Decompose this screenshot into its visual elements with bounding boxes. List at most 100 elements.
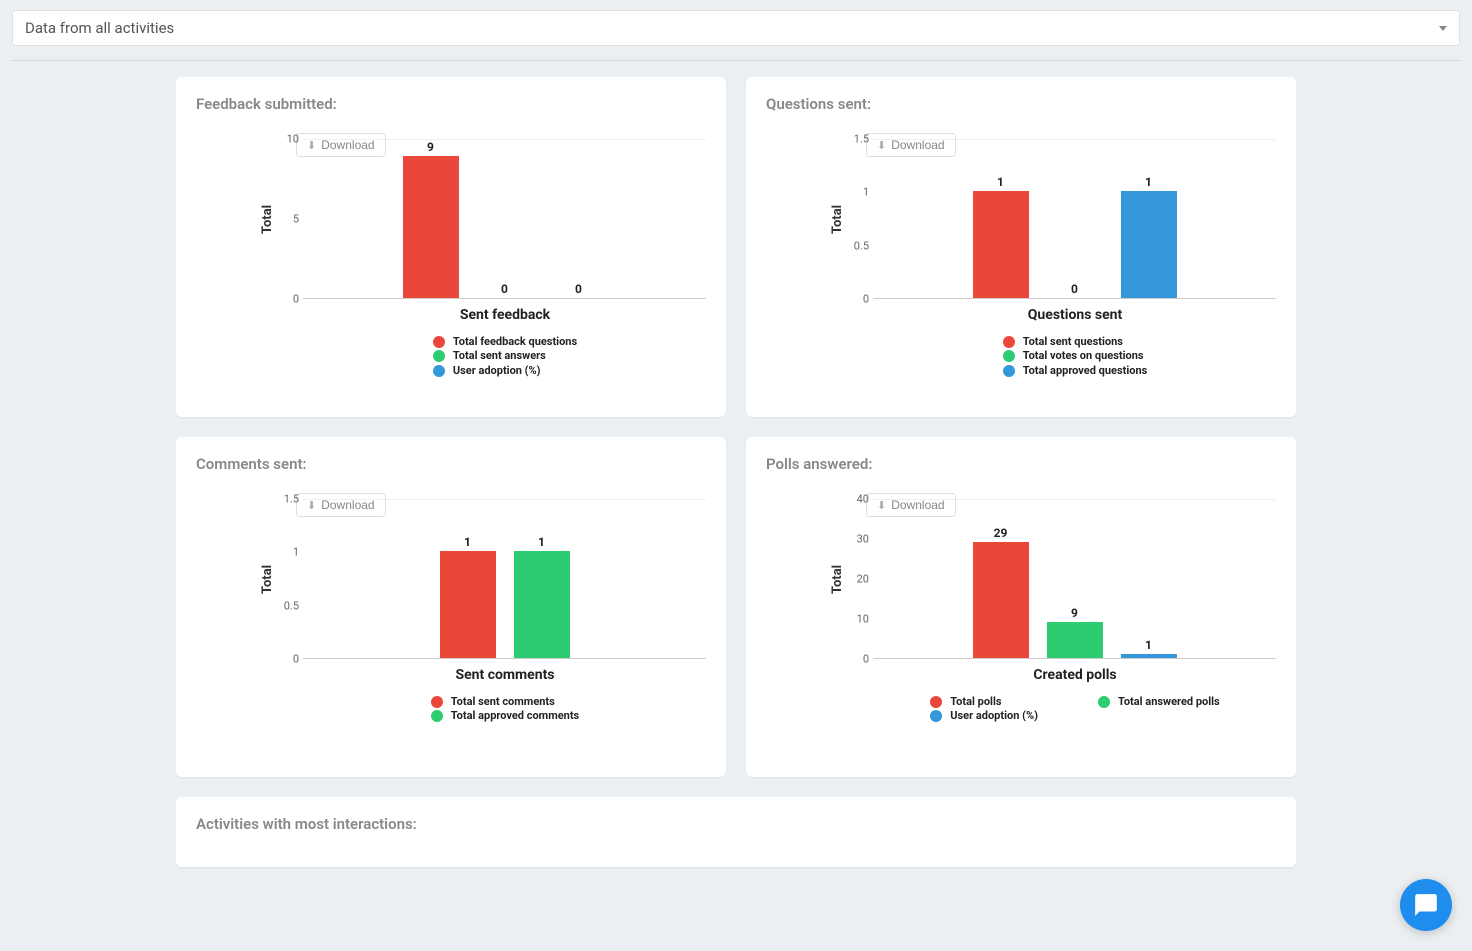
activity-filter-dropdown[interactable]: Data from all activities — [12, 10, 1460, 46]
legend-item: User adoption (%) — [930, 709, 1038, 723]
bar — [973, 542, 1029, 658]
bar-slot: 29 — [973, 500, 1029, 658]
plot-area: 29 9 1 — [873, 499, 1276, 659]
legend-item: Total sent answers — [433, 349, 577, 363]
legend-label: Total polls — [950, 695, 1001, 709]
y-axis-ticks: 0510 — [275, 139, 303, 299]
y-tick: 0 — [863, 653, 869, 666]
card-polls-answered: Polls answered: ⬇DownloadTotal0102030402… — [746, 437, 1296, 777]
y-tick: 1.5 — [284, 493, 299, 506]
plot-area: 9 0 0 — [303, 139, 706, 299]
legend-swatch — [433, 336, 445, 348]
card-title: Polls answered: — [766, 455, 1276, 473]
x-axis-label: Created polls — [874, 667, 1276, 683]
card-feedback-submitted: Feedback submitted: ⬇DownloadTotal051090… — [176, 77, 726, 417]
y-tick: 10 — [857, 613, 869, 626]
y-tick: 1 — [863, 186, 869, 199]
legend-item: User adoption (%) — [433, 364, 577, 378]
bar-slot: 0 — [551, 140, 607, 298]
divider — [10, 60, 1462, 61]
bar-value-label: 1 — [1145, 638, 1152, 652]
chat-icon — [1413, 892, 1439, 918]
y-axis-label: Total — [826, 139, 845, 299]
y-tick: 0 — [293, 293, 299, 306]
x-axis-label: Sent feedback — [304, 307, 706, 323]
y-tick: 1.5 — [854, 133, 869, 146]
legend-label: Total approved questions — [1023, 364, 1148, 378]
bar-value-label: 1 — [538, 535, 545, 549]
legend: Total pollsUser adoption (%) Total answer… — [874, 695, 1276, 724]
bar-slot: 9 — [1047, 500, 1103, 658]
bar-slot: 9 — [403, 140, 459, 298]
bar — [973, 191, 1029, 298]
y-tick: 30 — [857, 533, 869, 546]
legend-label: User adoption (%) — [950, 709, 1038, 723]
bar-slot: 1 — [1121, 140, 1177, 298]
bar-value-label: 0 — [575, 282, 582, 296]
y-axis-label: Total — [826, 499, 845, 659]
bar-value-label: 1 — [464, 535, 471, 549]
legend-item: Total sent comments — [431, 695, 579, 709]
legend-label: Total approved comments — [451, 709, 579, 723]
plot-area: 101 — [873, 139, 1276, 299]
legend-label: Total answered polls — [1118, 695, 1220, 709]
bar-slot: 1 — [973, 140, 1029, 298]
legend-item: Total sent questions — [1003, 335, 1148, 349]
x-axis-label: Sent comments — [304, 667, 706, 683]
bar — [514, 551, 570, 658]
y-axis-ticks: 00.511.5 — [275, 499, 303, 659]
legend-swatch — [433, 365, 445, 377]
card-title: Comments sent: — [196, 455, 706, 473]
legend-swatch — [930, 710, 942, 722]
legend-item: Total feedback questions — [433, 335, 577, 349]
chevron-down-icon — [1439, 26, 1447, 31]
legend-swatch — [431, 710, 443, 722]
legend-item: Total approved comments — [431, 709, 579, 723]
y-axis-ticks: 00.511.5 — [845, 139, 873, 299]
legend: Total sent commentsTotal approved commen… — [304, 695, 706, 724]
bar-value-label: 29 — [994, 526, 1008, 540]
legend: Total sent questionsTotal votes on quest… — [874, 335, 1276, 378]
legend-swatch — [1098, 696, 1110, 708]
bar-slot: 1 — [440, 500, 496, 658]
dropdown-selected-label: Data from all activities — [25, 19, 174, 37]
card-activities-most-interactions: Activities with most interactions: — [176, 797, 1296, 867]
y-tick: 40 — [857, 493, 869, 506]
legend-swatch — [930, 696, 942, 708]
y-tick: 0.5 — [854, 239, 869, 252]
y-tick: 10 — [287, 133, 299, 146]
bar — [1121, 654, 1177, 658]
legend-item: Total votes on questions — [1003, 349, 1148, 363]
legend-item: Total answered polls — [1098, 695, 1220, 709]
legend-label: Total sent questions — [1023, 335, 1123, 349]
card-title: Activities with most interactions: — [196, 815, 1276, 833]
bar-slot: 1 — [514, 500, 570, 658]
legend-swatch — [1003, 350, 1015, 362]
plot-area: 11 — [303, 499, 706, 659]
bar — [1047, 622, 1103, 658]
y-tick: 0 — [863, 293, 869, 306]
bar-value-label: 9 — [427, 140, 434, 154]
help-chat-fab[interactable] — [1400, 879, 1452, 931]
card-comments-sent: Comments sent: ⬇DownloadTotal00.511.511S… — [176, 437, 726, 777]
y-axis-label: Total — [256, 139, 275, 299]
y-tick: 1 — [293, 546, 299, 559]
legend-swatch — [433, 350, 445, 362]
bar-slot: 0 — [477, 140, 533, 298]
bar-value-label: 1 — [1145, 175, 1152, 189]
legend-label: User adoption (%) — [453, 364, 541, 378]
y-axis-label: Total — [256, 499, 275, 659]
y-tick: 0.5 — [284, 599, 299, 612]
card-title: Feedback submitted: — [196, 95, 706, 113]
bar — [403, 156, 459, 298]
legend-item: Total polls — [930, 695, 1038, 709]
bar-slot: 1 — [1121, 500, 1177, 658]
legend-label: Total votes on questions — [1023, 349, 1144, 363]
card-title: Questions sent: — [766, 95, 1276, 113]
bar-slot: 0 — [1047, 140, 1103, 298]
y-tick: 0 — [293, 653, 299, 666]
bar — [440, 551, 496, 658]
y-tick: 20 — [857, 573, 869, 586]
y-axis-ticks: 010203040 — [845, 499, 873, 659]
bar — [1121, 191, 1177, 298]
